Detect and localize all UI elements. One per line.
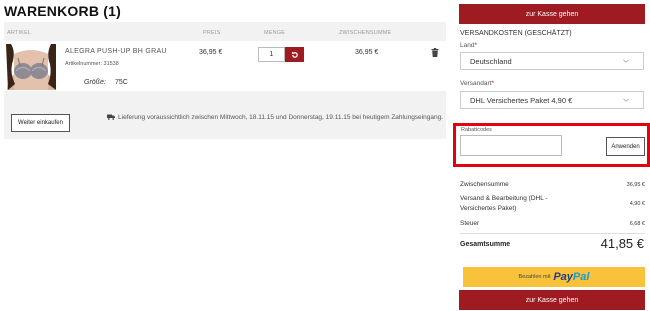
size-label: Größe:: [84, 79, 106, 86]
paypal-prefix: Bezahlen mit: [518, 274, 551, 280]
table-row: ALEGRA PUSH-UP BH GRAU Artikelnummer: 31…: [4, 41, 446, 91]
coupon-label: Rabattcodes: [461, 127, 492, 133]
shipping-method-label: Versandart*: [460, 80, 494, 87]
column-header-quantity: MENGE: [264, 30, 286, 36]
country-value: Deutschland: [470, 56, 512, 66]
column-header-price: PREIS: [203, 30, 221, 36]
summary-row-shipping: Versand & Bearbeitung (DHL - Versicherte…: [460, 194, 645, 214]
tax-label: Steuer: [460, 220, 480, 227]
apply-coupon-button[interactable]: Anwenden: [606, 137, 645, 156]
item-price: 36,95 €: [199, 49, 223, 56]
delivery-estimate: Lieferung voraussichtlich zwischen Mittw…: [104, 113, 443, 123]
subtotal-value: 36,95 €: [626, 182, 645, 188]
column-header-article: ARTIKEL: [7, 30, 32, 36]
chevron-down-icon: [623, 59, 629, 63]
summary-divider: [460, 233, 645, 234]
shipping-method-select[interactable]: DHL Versichertes Paket 4,90 €: [460, 91, 644, 109]
total-value: 41,85 €: [600, 236, 644, 251]
product-name[interactable]: ALEGRA PUSH-UP BH GRAU: [65, 48, 167, 55]
shipping-cost-label: Versand & Bearbeitung (DHL - Versicherte…: [460, 195, 548, 212]
item-subtotal: 36,95 €: [355, 49, 379, 56]
country-select[interactable]: Deutschland: [460, 52, 644, 70]
quantity-input[interactable]: [258, 47, 285, 62]
checkout-button-bottom[interactable]: zur Kasse gehen: [459, 290, 645, 310]
column-header-subtotal: ZWISCHENSUMME: [339, 30, 392, 36]
truck-icon: [107, 114, 116, 120]
total-label: Gesamtsumme: [460, 241, 511, 248]
coupon-code-input[interactable]: [460, 135, 562, 156]
country-label: Land*: [460, 42, 477, 49]
article-number: Artikelnummer: 31538: [65, 61, 119, 67]
refresh-icon: [291, 51, 298, 58]
size-value: 75C: [115, 79, 128, 86]
trash-icon[interactable]: [431, 48, 439, 57]
chevron-down-icon: [623, 98, 629, 102]
delivery-text: Lieferung voraussichtlich zwischen Mittw…: [118, 114, 443, 121]
shipping-estimate-title: VERSANDKOSTEN (GESCHÄTZT): [460, 30, 572, 37]
tax-value: 6,68 €: [629, 221, 645, 227]
paypal-button[interactable]: Bezahlen mit PayPal: [463, 267, 645, 287]
cart-table: ARTIKEL PREIS MENGE ZWISCHENSUMME ALEGRA…: [4, 22, 446, 139]
checkout-button-top[interactable]: zur Kasse gehen: [459, 4, 645, 24]
shipping-cost-value: 4,90 €: [629, 201, 645, 207]
continue-shopping-button[interactable]: Weiter einkaufen: [11, 114, 70, 132]
product-image[interactable]: [6, 44, 56, 90]
page-title: WARENKORB (1): [4, 3, 121, 19]
paypal-logo: PayPal: [553, 271, 590, 283]
subtotal-label: Zwischensumme: [460, 181, 509, 188]
update-quantity-button[interactable]: [285, 47, 304, 62]
shipping-method-value: DHL Versichertes Paket 4,90 €: [470, 95, 573, 105]
